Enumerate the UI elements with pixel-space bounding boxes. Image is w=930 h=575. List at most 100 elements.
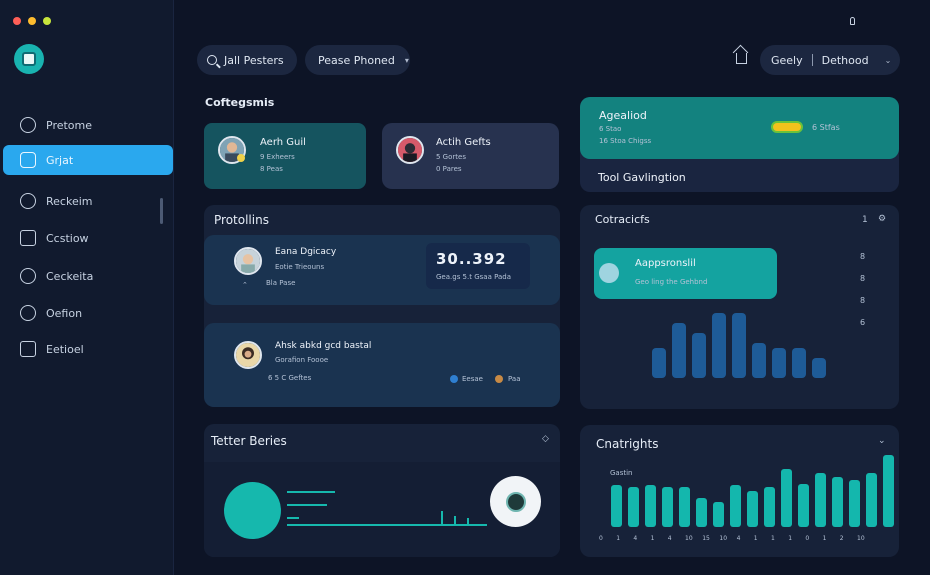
protellins-row[interactable]: Ahsk abkd gcd bastal Gorafion Foooe 6 5 … [204,323,560,407]
notification-icon[interactable] [850,17,855,25]
chevron-down-icon: ▾ [404,55,409,65]
contracts-bar [692,333,706,378]
sidebar-item-ceckeita[interactable]: Ceckeita [3,261,173,291]
protellins-title: Protollins [214,213,269,227]
contract-icon [599,263,619,283]
row-icon-small: ⌃ [242,281,248,289]
applied-footer: Tool Gavlingtion [598,171,686,184]
contracts-bar [732,313,746,378]
user-icon [20,268,36,284]
contracts-axis-label: 8 [860,296,866,305]
legend-dot [495,375,503,383]
tetter-line [287,517,299,519]
insights-bar [628,487,639,527]
avatar[interactable] [490,476,541,527]
status-badge [237,154,245,162]
insights-bar [645,485,656,527]
sidebar-item-eetioel[interactable]: Eetioel [3,334,173,364]
insights-bar [679,487,690,527]
insights-tick-label: 1 [616,535,621,542]
contracts-axis-label: 6 [860,318,866,327]
app-logo[interactable] [14,44,44,74]
category-card[interactable]: Actih Gefts 5 Gortes 0 Pares [382,123,559,189]
insights-bar [883,455,894,527]
avatar-face [506,492,526,512]
contracts-bar [672,323,686,378]
search-box[interactable]: Jall Pesters [197,45,297,75]
contracts-card[interactable]: Aappsronslil Geo ling the Gehbnd [594,248,777,299]
legend-label: Eesae [462,375,483,383]
tetter-circle [224,482,281,539]
filter-dropdown[interactable]: Pease Phoned ▾ [305,45,410,75]
sidebar-item-pretome[interactable]: Pretome [3,110,173,140]
contracts-panel: Cotracicfs 1 ⚙ Aappsronslil Geo ling the… [580,205,899,409]
minimize-window-icon[interactable] [28,17,36,25]
profile-page: Dethood [821,53,869,67]
settings-icon[interactable]: ⚙ [878,214,886,224]
tetter-tick [454,516,456,526]
window-controls [13,17,51,25]
home-icon[interactable] [736,53,747,64]
contracts-card-title: Aappsronslil [635,258,696,269]
sidebar-item-grjat[interactable]: Grjat [3,145,173,175]
contracts-bar [652,348,666,378]
close-window-icon[interactable] [13,17,21,25]
insights-title: Cnatrights [596,437,659,451]
insights-bar [866,473,877,527]
insights-tick-label: 1 [822,535,827,542]
expand-icon[interactable]: ◇ [542,434,549,444]
tetter-line [287,504,327,506]
insights-tick-label: 2 [839,535,844,542]
protellins-row[interactable]: ⌃ Eana Dgicacy Eotie Trieouns Bla Pase 3… [204,235,560,305]
legend-dot [450,375,458,383]
avatar [234,247,262,275]
row-sub: Eotie Trieouns [275,263,325,271]
category-sub: 9 Exheers [260,153,295,161]
insights-tick-label: 0 [599,535,603,542]
sidebar-item-label: Ccstiow [46,231,89,245]
category-name: Aerh Guil [260,137,306,148]
sidebar-scrollbar[interactable] [160,198,163,224]
sidebar-item-label: Pretome [46,118,93,132]
grid-icon [20,152,36,168]
insights-tick-label: 4 [736,535,741,542]
sidebar-item-label: Eetioel [46,342,84,356]
profile-dropdown[interactable]: Geely Dethood ⌄ [760,45,900,75]
insights-bar [662,487,673,527]
maximize-window-icon[interactable] [43,17,51,25]
circle-icon [20,305,36,321]
insights-tick-label: 0 [805,535,810,542]
search-label: Jall Pesters [224,53,284,67]
insights-tick-label: 4 [667,535,672,542]
sidebar-item-oefion[interactable]: Oefion [3,298,173,328]
row-sub: 6 5 C Geftes [268,374,312,382]
insights-bar [696,498,707,527]
applied-header[interactable]: Agealiod 6 Stao 16 Stoa Chigss 6 Stfas [580,97,899,159]
chevron-down-icon[interactable]: ⌄ [878,436,886,446]
contracts-title: Cotracicfs [595,213,650,226]
category-card[interactable]: Aerh Guil 9 Exheers 8 Peas [204,123,366,189]
applied-sub: 16 Stoa Chigss [599,137,652,145]
insights-bar [832,477,843,527]
applied-panel: Agealiod 6 Stao 16 Stoa Chigss 6 Stfas T… [580,97,899,192]
sidebar-item-reckeim[interactable]: Reckeim [3,186,173,216]
logo-icon [22,52,36,66]
folder-icon [20,341,36,357]
contracts-count: 1 [862,215,868,225]
insights-bar [713,502,724,527]
sidebar-item-ccstiow[interactable]: Ccstiow [3,223,173,253]
category-name: Actih Gefts [436,137,491,148]
sidebar-item-label: Grjat [46,153,74,167]
sidebar-item-label: Ceckeita [46,269,94,283]
row-name: Ahsk abkd gcd bastal [275,341,372,351]
protellins-panel: Protollins ⌃ Eana Dgicacy Eotie Trieouns… [204,205,560,407]
legend-label: Paa [508,375,521,383]
contracts-bar [712,313,726,378]
insights-bar [764,487,775,527]
compass-icon [20,193,36,209]
tetter-panel: Tetter Beries ◇ [204,424,560,557]
avatar [396,136,424,164]
row-value: 30..392 [436,250,507,268]
row-sub: Bla Pase [266,279,296,287]
insights-tick-label: 10 [857,535,865,542]
